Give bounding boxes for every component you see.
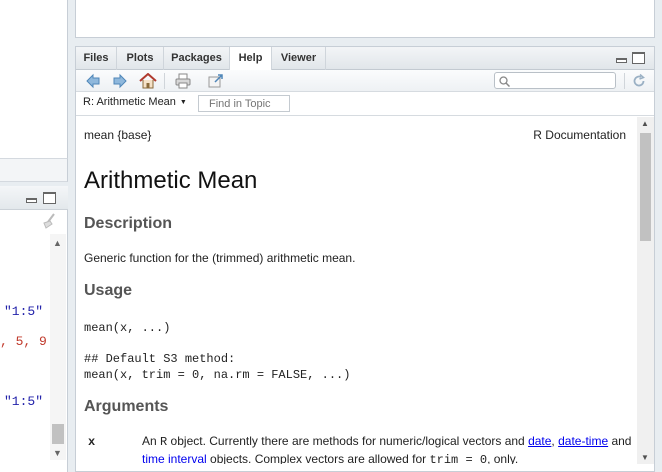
- topic-selector[interactable]: R: Arithmetic Mean ▼: [83, 96, 187, 108]
- help-topic-bar: R: Arithmetic Mean ▼: [76, 92, 654, 116]
- doc-r-documentation-label: R Documentation: [533, 128, 626, 142]
- tab-plots[interactable]: Plots: [117, 47, 164, 70]
- argument-description: An R object. Currently there are methods…: [142, 433, 632, 464]
- maximize-icon[interactable]: [43, 192, 56, 204]
- console-toolbar: [0, 186, 68, 229]
- print-icon[interactable]: [175, 73, 191, 89]
- back-arrow-icon[interactable]: [85, 73, 101, 89]
- home-icon[interactable]: [139, 73, 157, 89]
- help-pane: Files Plots Packages Help Viewer R: Arit…: [75, 46, 655, 472]
- broom-icon[interactable]: [40, 212, 58, 230]
- link-date[interactable]: date: [528, 434, 551, 448]
- tab-files[interactable]: Files: [76, 47, 117, 70]
- usage-code: ## Default S3 method:: [84, 352, 236, 366]
- scroll-down-icon[interactable]: ▼: [53, 448, 62, 458]
- help-toolbar: [76, 70, 654, 92]
- tab-viewer[interactable]: Viewer: [272, 47, 326, 70]
- arg-text: object. Currently there are methods for …: [167, 434, 529, 448]
- refresh-icon[interactable]: [631, 73, 647, 89]
- usage-code: mean(x, trim = 0, na.rm = FALSE, ...): [84, 368, 351, 382]
- search-icon: [499, 76, 510, 87]
- tab-packages[interactable]: Packages: [164, 47, 230, 70]
- link-time-interval[interactable]: time interval: [142, 452, 207, 464]
- source-editor-pane[interactable]: [0, 0, 68, 158]
- arg-text: An: [142, 434, 161, 448]
- arg-text: and: [608, 434, 632, 448]
- heading-arguments: Arguments: [84, 398, 169, 415]
- usage-code: mean(x, ...): [84, 321, 171, 335]
- popout-icon[interactable]: [208, 73, 224, 89]
- editor-status-bar: R Script⇕: [0, 158, 68, 337]
- help-scrollbar[interactable]: ▲ ▼: [637, 117, 654, 464]
- arg-code: trim = 0: [429, 453, 488, 464]
- argument-name: x: [88, 435, 96, 449]
- link-date-time[interactable]: date-time: [558, 434, 608, 448]
- rstudio-window: R Script⇕ "1:5" , 5, 9 "1:5" ▲ ▼ Files P…: [0, 0, 662, 472]
- arg-text: , only.: [487, 452, 519, 464]
- scrollbar-thumb[interactable]: [52, 424, 64, 444]
- doc-package-header: mean {base}: [84, 128, 152, 142]
- pane-tabbar: Files Plots Packages Help Viewer: [76, 47, 654, 71]
- doc-title: Arithmetic Mean: [84, 167, 258, 194]
- scroll-up-icon[interactable]: ▲: [641, 119, 649, 128]
- forward-arrow-icon[interactable]: [112, 73, 128, 89]
- caret-down-icon: ▼: [179, 98, 187, 106]
- arg-text: objects. Complex vectors are allowed for: [206, 452, 430, 464]
- environment-pane: [75, 0, 655, 38]
- help-search-field[interactable]: [494, 72, 616, 89]
- console-line: "1:5": [4, 304, 44, 319]
- toolbar-separator: [624, 73, 625, 89]
- help-document: mean {base} R Documentation Arithmetic M…: [76, 117, 637, 464]
- minimize-icon[interactable]: [616, 58, 627, 63]
- heading-description: Description: [84, 215, 173, 232]
- topic-selector-label: R: Arithmetic Mean: [83, 96, 176, 108]
- console-pane: "1:5" , 5, 9 "1:5" ▲ ▼: [0, 186, 68, 472]
- scroll-down-icon[interactable]: ▼: [641, 453, 649, 462]
- help-search-input[interactable]: [513, 74, 613, 87]
- heading-usage: Usage: [84, 282, 133, 299]
- minimize-icon[interactable]: [26, 198, 37, 203]
- console-scrollbar[interactable]: ▲ ▼: [50, 234, 66, 460]
- console-line: , 5, 9: [0, 334, 47, 349]
- console-line: "1:5": [4, 394, 44, 409]
- tab-help[interactable]: Help: [230, 47, 272, 71]
- find-in-topic-input[interactable]: [198, 95, 290, 112]
- scroll-up-icon[interactable]: ▲: [53, 238, 62, 248]
- scrollbar-thumb[interactable]: [640, 133, 651, 241]
- description-text: Generic function for the (trimmed) arith…: [84, 251, 356, 265]
- toolbar-separator: [164, 73, 165, 89]
- maximize-icon[interactable]: [632, 52, 645, 64]
